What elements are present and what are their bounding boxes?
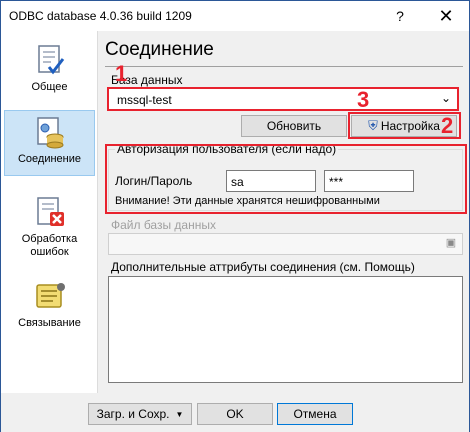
annotation-box-auth xyxy=(105,144,467,214)
database-connection-icon xyxy=(36,117,63,149)
db-file-input[interactable]: ▣ xyxy=(108,233,463,255)
dialog-window: ODBC database 4.0.36 build 1209 ? ✕ Обще… xyxy=(0,0,470,432)
annotation-number-2: 2 xyxy=(441,113,454,138)
title-bar[interactable]: ODBC database 4.0.36 build 1209 ? ✕ xyxy=(1,1,469,31)
refresh-button[interactable]: Обновить xyxy=(241,115,347,137)
dropdown-arrow-icon: ▼ xyxy=(175,409,184,419)
close-icon: ✕ xyxy=(438,5,454,26)
sidebar-item-label: Общее xyxy=(31,81,68,93)
error-document-icon xyxy=(36,197,64,226)
annotation-box-database xyxy=(107,87,459,111)
load-save-label: Загр. и Сохр. xyxy=(96,407,170,421)
sidebar-item-label: Обработка ошибок xyxy=(21,233,78,258)
dialog-footer: Загр. и Сохр. ▼ OK Отмена xyxy=(1,393,469,432)
cancel-button[interactable]: Отмена xyxy=(277,403,353,425)
sidebar: Общее Соединение Обработка ошибок Связыв… xyxy=(1,31,98,393)
sidebar-item-connection[interactable]: Соединение xyxy=(4,110,95,176)
close-button[interactable]: ✕ xyxy=(423,1,469,31)
checklist-icon xyxy=(37,45,64,75)
window-title: ODBC database 4.0.36 build 1209 xyxy=(9,9,192,23)
connection-panel: Соединение База данных mssql-test ⌄ Обно… xyxy=(99,31,469,393)
page-title: Соединение xyxy=(105,39,214,60)
load-save-button[interactable]: Загр. и Сохр. ▼ xyxy=(88,403,192,425)
sidebar-item-general[interactable]: Общее xyxy=(4,39,95,103)
annotation-number-3: 3 xyxy=(357,87,370,112)
db-file-label: Файл базы данных xyxy=(111,218,216,232)
help-button[interactable]: ? xyxy=(377,1,423,31)
title-divider xyxy=(105,66,463,67)
folder-icon[interactable]: ▣ xyxy=(442,236,460,252)
ok-button[interactable]: OK xyxy=(197,403,273,425)
annotation-number-1: 1 xyxy=(115,61,128,86)
binding-icon xyxy=(35,283,65,308)
sidebar-item-error-handling[interactable]: Обработка ошибок xyxy=(4,191,95,263)
help-icon: ? xyxy=(396,8,404,24)
extra-attributes-textarea[interactable] xyxy=(108,276,463,383)
sidebar-item-label: Связывание xyxy=(18,317,81,329)
sidebar-item-label: Соединение xyxy=(17,153,82,165)
sidebar-item-binding[interactable]: Связывание xyxy=(4,275,95,335)
extra-attributes-label: Дополнительные аттрибуты соединения (см.… xyxy=(111,260,415,274)
